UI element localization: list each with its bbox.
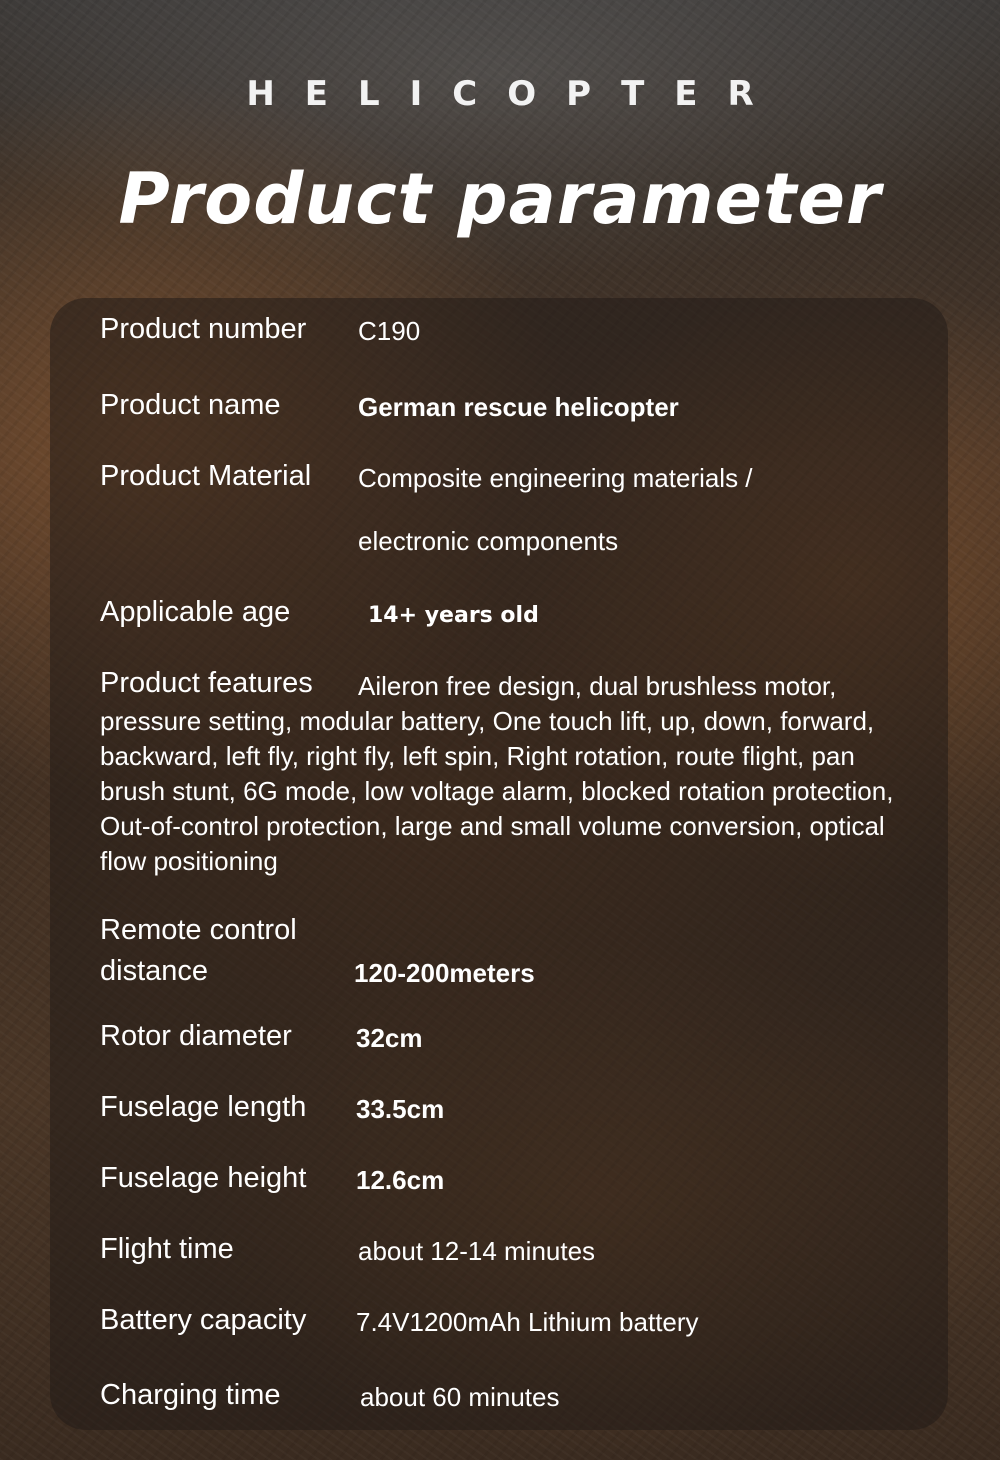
page-title: Product parameter <box>118 158 882 240</box>
product-material-value-line2: electronic components <box>358 526 619 556</box>
product-number-value: C190 <box>358 316 421 346</box>
product-number-label: Product number <box>100 313 307 345</box>
rotor-diameter-value: 32cm <box>356 1023 423 1053</box>
fuselage-length-value: 33.5cm <box>356 1094 445 1124</box>
remote-distance-label-line2: distance <box>100 955 209 987</box>
battery-capacity-label: Battery capacity <box>100 1304 307 1336</box>
remote-distance-label-line1: Remote control <box>100 914 297 946</box>
rotor-diameter-label: Rotor diameter <box>100 1020 292 1052</box>
charging-time-value: about 60 minutes <box>360 1382 560 1412</box>
fuselage-height-label: Fuselage height <box>100 1162 307 1194</box>
applicable-age-value: 14+ years old <box>368 603 539 628</box>
fuselage-length-label: Fuselage length <box>100 1091 307 1123</box>
fuselage-height-value: 12.6cm <box>356 1165 445 1195</box>
product-material-label: Product Material <box>100 460 312 492</box>
applicable-age-label: Applicable age <box>100 596 291 628</box>
product-features-value: Aileron free design, dual brushless moto… <box>100 671 894 876</box>
product-name-value: German rescue helicopter <box>358 392 679 422</box>
product-name-label: Product name <box>100 389 281 421</box>
brand-wordmark: HELICOPTER <box>246 74 784 114</box>
product-material-value-line1: Composite engineering materials / <box>358 463 753 493</box>
remote-distance-value: 120-200meters <box>354 958 535 988</box>
charging-time-label: Charging time <box>100 1379 281 1411</box>
flight-time-label: Flight time <box>100 1233 234 1265</box>
flight-time-value: about 12-14 minutes <box>358 1236 596 1266</box>
battery-capacity-value: 7.4V1200mAh Lithium battery <box>356 1307 699 1337</box>
